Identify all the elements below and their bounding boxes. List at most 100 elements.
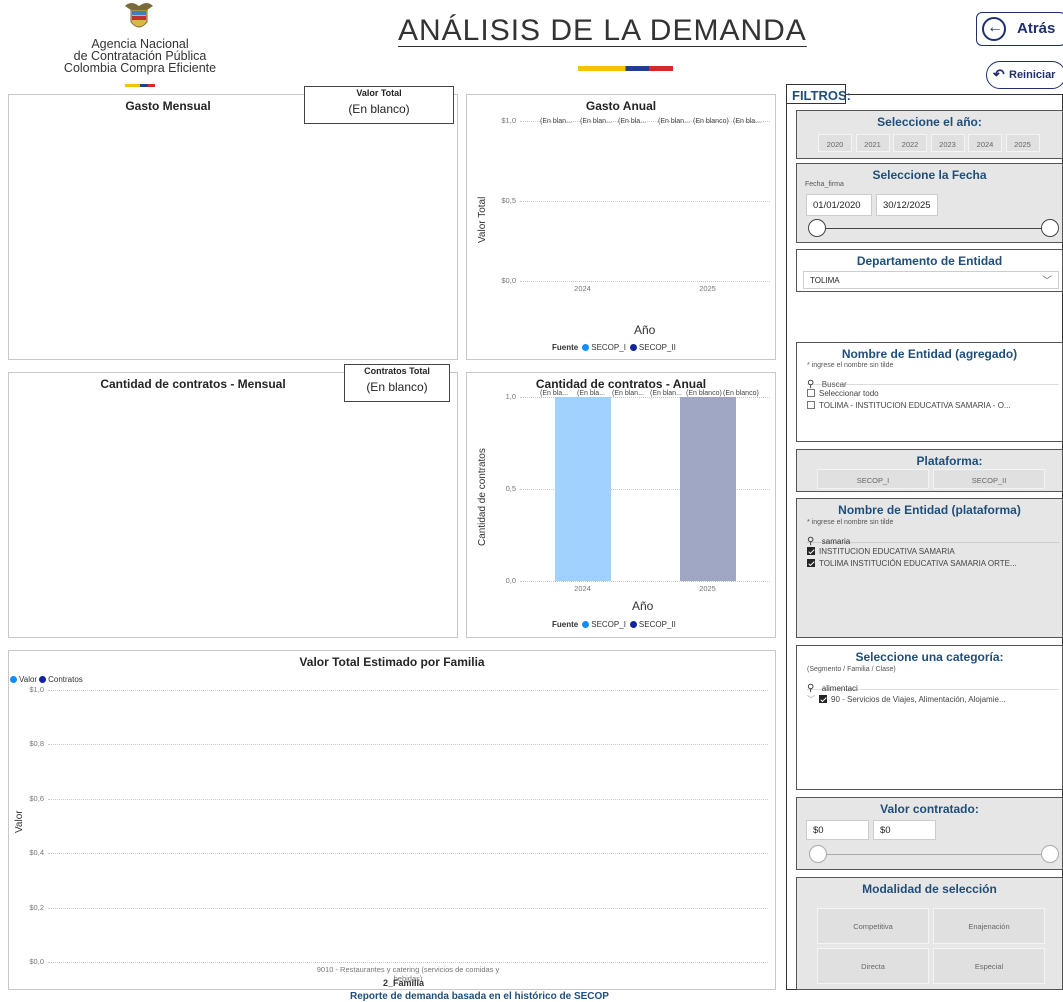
category-heading: Seleccione una categoría: bbox=[855, 650, 1004, 664]
data-label: (En blanco) bbox=[686, 390, 722, 397]
valor-filter: Valor contratado: $0 $0 bbox=[796, 797, 1063, 870]
reset-icon: ↶ bbox=[993, 66, 1005, 82]
valor-slider-max-handle[interactable] bbox=[1041, 845, 1059, 863]
data-label: (En blan... bbox=[658, 118, 690, 125]
gridline bbox=[520, 281, 770, 282]
title-flag-stripe bbox=[578, 66, 673, 71]
category-item-90[interactable]: ﹀ 90 - Servicios de Viajes, Alimentación,… bbox=[807, 694, 1006, 705]
platform-option-secop-ii[interactable]: SECOP_II bbox=[933, 469, 1045, 489]
data-label: (En blanco) bbox=[693, 118, 729, 125]
date-slider-track bbox=[817, 228, 1047, 229]
gridline bbox=[48, 962, 768, 963]
department-heading: Departamento de Entidad bbox=[856, 254, 1003, 268]
modalidad-enajenacion[interactable]: Enajenación bbox=[933, 908, 1045, 944]
reset-button[interactable]: ↶ Reiniciar bbox=[986, 61, 1063, 89]
contratos-total-card: Contratos Total (En blanco) bbox=[344, 364, 450, 402]
checkbox bbox=[807, 389, 815, 397]
valor-max-input[interactable]: $0 bbox=[873, 820, 936, 840]
category-hint: (Segmento / Familia / Clase) bbox=[807, 666, 896, 673]
gasto-anual-title: Gasto Anual bbox=[585, 99, 657, 113]
valor-heading: Valor contratado: bbox=[880, 802, 979, 816]
search-icon: ⚲ bbox=[807, 536, 815, 547]
end-date-input[interactable]: 30/12/2025 bbox=[876, 194, 938, 216]
entity-agg-item-select-all[interactable]: Seleccionar todo bbox=[807, 389, 879, 398]
page-title: ANÁLISIS DE LA DEMANDA bbox=[398, 14, 807, 47]
y-axis-label: Valor bbox=[14, 810, 25, 833]
y-axis-label: Valor Total bbox=[477, 196, 488, 243]
gridline bbox=[48, 907, 768, 909]
checkbox-checked bbox=[819, 695, 827, 703]
entity-plat-heading: Nombre de Entidad (plataforma) bbox=[838, 503, 1021, 517]
entity-agg-search-placeholder: Buscar bbox=[821, 380, 847, 389]
y-tick-label: $0,0 bbox=[29, 957, 44, 966]
entity-agg-item-1[interactable]: TOLIMA - INSTITUCION EDUCATIVA SAMARIA -… bbox=[807, 401, 1011, 410]
back-button[interactable]: ← Atrás bbox=[976, 12, 1063, 46]
entity-plat-item-1[interactable]: INSTITUCION EDUCATIVA SAMARIA bbox=[807, 547, 955, 556]
x-axis-label: Año bbox=[632, 599, 654, 613]
chevron-down-icon[interactable]: ﹀ bbox=[807, 695, 815, 704]
valor-total-title: Valor Total bbox=[356, 88, 402, 98]
gridline bbox=[48, 798, 768, 800]
modalidad-directa[interactable]: Directa bbox=[817, 948, 929, 984]
contratos-total-title: Contratos Total bbox=[364, 366, 430, 376]
platform-filter: Plataforma: SECOP_I SECOP_II bbox=[796, 449, 1063, 492]
checkbox bbox=[807, 401, 815, 409]
date-filter: Seleccione la Fecha Fecha_firma 01/01/20… bbox=[796, 163, 1063, 243]
y-tick-label: 1,0 bbox=[505, 392, 516, 401]
checkbox-checked bbox=[807, 559, 815, 567]
chevron-down-icon: ﹀ bbox=[1042, 276, 1052, 287]
modalidad-especial[interactable]: Especial bbox=[933, 948, 1045, 984]
year-option-2021[interactable]: 2021 bbox=[855, 134, 890, 152]
platform-option-secop-i[interactable]: SECOP_I bbox=[817, 469, 929, 489]
y-tick-label: $0,8 bbox=[29, 739, 44, 749]
department-filter: Departamento de Entidad TOLIMA ﹀ bbox=[796, 249, 1063, 292]
data-label: (En blan... bbox=[612, 390, 644, 397]
data-label: (En blan... bbox=[650, 390, 682, 397]
year-option-2020[interactable]: 2020 bbox=[818, 134, 852, 152]
entity-plat-search[interactable]: ⚲ samaria bbox=[807, 531, 1059, 547]
entity-agg-search[interactable]: ⚲ Buscar bbox=[807, 374, 1059, 390]
valor-min-input[interactable]: $0 bbox=[806, 820, 869, 840]
y-tick-label: $0,4 bbox=[29, 848, 44, 858]
valor-total-card: Valor Total (En blanco) bbox=[304, 86, 454, 124]
year-option-2025[interactable]: 2025 bbox=[1005, 134, 1040, 152]
department-dropdown[interactable]: TOLIMA ﹀ bbox=[803, 271, 1059, 289]
valor-slider-min-handle[interactable] bbox=[809, 845, 827, 863]
year-option-2022[interactable]: 2022 bbox=[893, 134, 927, 152]
x-tick-label: 2024 bbox=[574, 584, 591, 593]
familia-panel: Valor Total Estimado por Familia bbox=[8, 650, 776, 990]
valor-total-value: (En blanco) bbox=[348, 102, 410, 116]
start-date-input[interactable]: 01/01/2020 bbox=[806, 194, 872, 216]
x-tick-label: 2025 bbox=[699, 284, 716, 293]
entity-plat-search-value: samaria bbox=[821, 537, 851, 546]
x-tick-label: 2025 bbox=[699, 584, 716, 593]
back-label: Atrás bbox=[1017, 20, 1056, 37]
y-tick-label: $1,0 bbox=[501, 116, 516, 125]
legend: Fuente SECOP_I SECOP_II bbox=[552, 620, 676, 629]
search-icon: ⚲ bbox=[807, 683, 815, 694]
category-search-value: alimentaci bbox=[821, 684, 858, 693]
valor-slider-track bbox=[819, 854, 1049, 855]
date-slider-end-handle[interactable] bbox=[1041, 219, 1059, 237]
year-heading: Seleccione el año: bbox=[877, 115, 982, 129]
modalidad-competitiva[interactable]: Competitiva bbox=[817, 908, 929, 944]
y-tick-label: $0,5 bbox=[501, 196, 516, 205]
data-label: (En bla... bbox=[540, 390, 569, 397]
year-option-2023[interactable]: 2023 bbox=[930, 134, 965, 152]
y-tick-label: $1,0 bbox=[29, 685, 44, 694]
contratos-total-value: (En blanco) bbox=[366, 380, 428, 394]
date-slider-start-handle[interactable] bbox=[808, 219, 826, 237]
entity-plat-item-2[interactable]: TOLIMA INSTITUCIÓN EDUCATIVA SAMARIA ORT… bbox=[807, 559, 1017, 568]
familia-title: Valor Total Estimado por Familia bbox=[299, 655, 485, 669]
cantidad-mensual-panel: Cantidad de contratos - Mensual bbox=[8, 372, 458, 638]
modalidad-filter: Modalidad de selección Competitiva Enaje… bbox=[796, 877, 1063, 990]
legend: Valor Contratos bbox=[8, 675, 83, 684]
filters-title: FILTROS: bbox=[786, 84, 851, 104]
year-option-2024[interactable]: 2024 bbox=[968, 134, 1002, 152]
y-tick-label: 0,0 bbox=[505, 576, 516, 585]
data-label: (En bla... bbox=[618, 118, 647, 125]
bar-secop_i-2024 bbox=[554, 397, 611, 581]
category-search[interactable]: ⚲ alimentaci bbox=[807, 678, 1059, 694]
reset-label: Reiniciar bbox=[1009, 69, 1056, 81]
entity-agg-hint: * ingrese el nombre sin tilde bbox=[807, 362, 894, 369]
